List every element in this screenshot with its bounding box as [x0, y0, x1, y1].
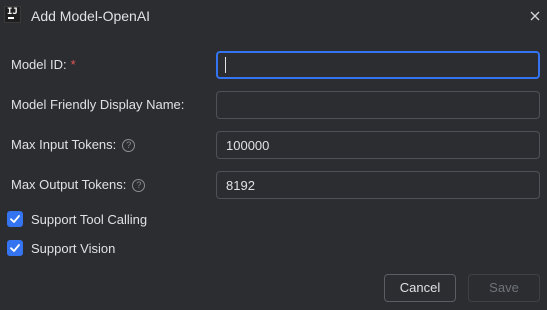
max-input-tokens-label-text: Max Input Tokens: [11, 137, 117, 152]
tool-calling-checkbox[interactable] [7, 211, 23, 227]
vision-checkbox[interactable] [7, 240, 23, 256]
max-output-tokens-input[interactable] [216, 171, 540, 199]
checkmark-icon [10, 215, 20, 223]
max-output-tokens-label-text: Max Output Tokens: [11, 177, 127, 192]
app-icon-bar [8, 17, 14, 19]
tool-calling-label[interactable]: Support Tool Calling [31, 212, 147, 227]
save-button[interactable]: Save [468, 274, 540, 302]
app-icon: IJ [4, 6, 21, 23]
model-id-input[interactable] [216, 51, 540, 79]
display-name-input[interactable] [216, 91, 540, 119]
max-input-tokens-label: Max Input Tokens:? [11, 137, 136, 152]
text-caret [225, 57, 226, 73]
max-input-tokens-input[interactable] [216, 131, 540, 159]
help-icon[interactable]: ? [132, 179, 146, 192]
vision-label[interactable]: Support Vision [31, 241, 115, 256]
close-icon[interactable] [529, 9, 541, 21]
help-icon[interactable]: ? [122, 139, 136, 152]
model-id-label-text: Model ID: [11, 57, 67, 72]
display-name-label: Model Friendly Display Name: [11, 97, 185, 112]
max-output-tokens-label: Max Output Tokens:? [11, 177, 146, 192]
checkmark-icon [10, 244, 20, 252]
dialog-title: Add Model-OpenAI [31, 8, 151, 24]
required-marker: * [70, 57, 76, 72]
cancel-button[interactable]: Cancel [384, 274, 456, 302]
model-id-label: Model ID: * [11, 57, 76, 72]
app-icon-glyph: IJ [7, 7, 18, 17]
